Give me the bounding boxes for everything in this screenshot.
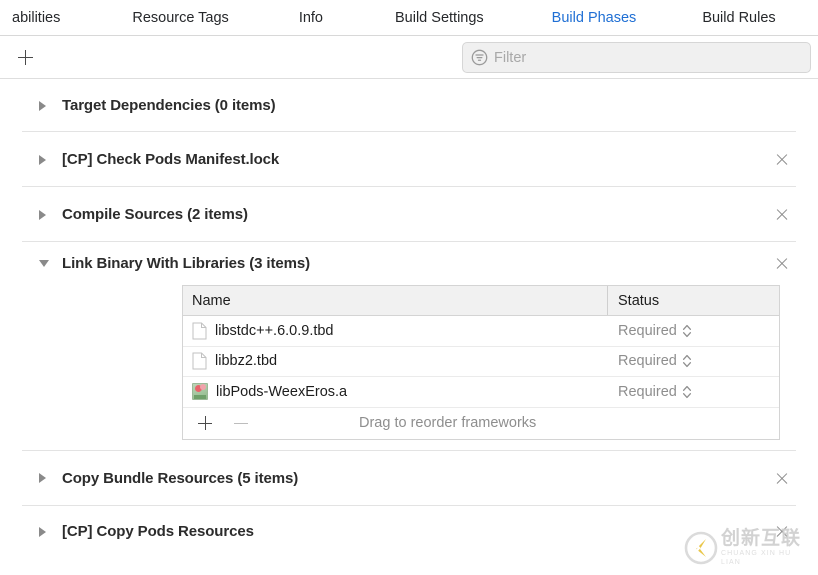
libraries-table-footer: Drag to reorder frameworks — [183, 408, 779, 439]
tab-resource-tags[interactable]: Resource Tags — [130, 10, 230, 26]
phase-row-copy-bundle-resources[interactable]: Copy Bundle Resources (5 items) — [0, 451, 818, 506]
phase-title: Compile Sources (2 items) — [62, 206, 248, 223]
phase-row-compile-sources[interactable]: Compile Sources (2 items) — [0, 187, 818, 242]
libraries-table: Name Status libstdc++.6.0.9.tbd Required… — [182, 285, 780, 440]
document-icon — [192, 322, 207, 340]
tab-capabilities[interactable]: abilities — [10, 10, 62, 26]
cell-status[interactable]: Required — [608, 353, 779, 369]
cell-status[interactable]: Required — [608, 384, 779, 400]
status-value: Required — [618, 383, 677, 400]
remove-phase-icon[interactable] — [774, 524, 790, 540]
library-name: libPods-WeexEros.a — [216, 383, 348, 400]
table-row[interactable]: libbz2.tbd Required — [183, 347, 779, 377]
libraries-table-header: Name Status — [183, 286, 779, 316]
phase-title: Target Dependencies (0 items) — [62, 97, 276, 114]
remove-phase-icon[interactable] — [774, 207, 790, 223]
column-header-status[interactable]: Status — [608, 293, 779, 309]
remove-library-button[interactable] — [231, 413, 251, 433]
cell-status[interactable]: Required — [608, 323, 779, 339]
filter-field[interactable]: Filter — [462, 42, 811, 73]
filter-circle-icon — [471, 49, 488, 66]
remove-phase-icon[interactable] — [774, 152, 790, 168]
tab-build-phases[interactable]: Build Phases — [550, 10, 639, 26]
table-row[interactable]: libstdc++.6.0.9.tbd Required — [183, 316, 779, 347]
tab-build-settings[interactable]: Build Settings — [393, 10, 486, 26]
drag-hint-text: Drag to reorder frameworks — [359, 415, 537, 431]
add-build-phase-button[interactable] — [10, 43, 40, 73]
cell-name: libbz2.tbd — [183, 352, 608, 370]
disclosure-triangle-collapsed-icon[interactable] — [39, 526, 46, 537]
disclosure-triangle-collapsed-icon[interactable] — [39, 154, 46, 165]
phase-title: Link Binary With Libraries (3 items) — [62, 255, 310, 272]
phase-row-target-dependencies[interactable]: Target Dependencies (0 items) — [0, 79, 818, 132]
phase-row-copy-pods-resources[interactable]: [CP] Copy Pods Resources — [0, 506, 818, 558]
phase-row-link-binary-with-libraries[interactable]: Link Binary With Libraries (3 items) — [0, 242, 818, 285]
remove-phase-icon[interactable] — [774, 256, 790, 272]
status-stepper-icon[interactable] — [682, 384, 692, 400]
phase-section-link-binary: Link Binary With Libraries (3 items) Nam… — [0, 242, 818, 451]
status-value: Required — [618, 353, 677, 370]
document-icon — [192, 352, 207, 370]
tab-build-rules[interactable]: Build Rules — [700, 10, 777, 26]
build-phases-pane: abilities Resource Tags Info Build Setti… — [0, 0, 818, 575]
filter-placeholder-text: Filter — [494, 49, 527, 66]
phase-title: Copy Bundle Resources (5 items) — [62, 469, 299, 487]
cell-name: libPods-WeexEros.a — [183, 383, 608, 401]
add-library-button[interactable] — [195, 413, 215, 433]
phase-title: [CP] Check Pods Manifest.lock — [62, 151, 280, 168]
disclosure-triangle-collapsed-icon[interactable] — [39, 473, 46, 483]
library-name: libbz2.tbd — [215, 353, 278, 370]
column-header-name[interactable]: Name — [183, 286, 608, 315]
status-stepper-icon[interactable] — [682, 353, 692, 369]
phase-row-check-pods-manifest[interactable]: [CP] Check Pods Manifest.lock — [0, 132, 818, 187]
status-value: Required — [618, 322, 677, 339]
disclosure-triangle-collapsed-icon[interactable] — [39, 209, 46, 220]
build-phases-list: Target Dependencies (0 items) [CP] Check… — [0, 79, 818, 558]
cell-name: libstdc++.6.0.9.tbd — [183, 322, 608, 340]
table-row[interactable]: libPods-WeexEros.a Required — [183, 377, 779, 408]
static-library-icon — [192, 383, 208, 401]
disclosure-triangle-expanded-icon[interactable] — [39, 260, 49, 267]
status-stepper-icon[interactable] — [682, 323, 692, 339]
link-binary-body: Name Status libstdc++.6.0.9.tbd Required… — [0, 285, 818, 450]
library-name: libstdc++.6.0.9.tbd — [215, 322, 334, 339]
disclosure-triangle-collapsed-icon[interactable] — [39, 100, 46, 111]
tab-info[interactable]: Info — [297, 10, 325, 26]
phase-title: [CP] Copy Pods Resources — [62, 523, 254, 540]
plus-icon — [17, 50, 33, 65]
target-editor-tabbar: abilities Resource Tags Info Build Setti… — [0, 0, 818, 36]
remove-phase-icon[interactable] — [774, 470, 790, 486]
